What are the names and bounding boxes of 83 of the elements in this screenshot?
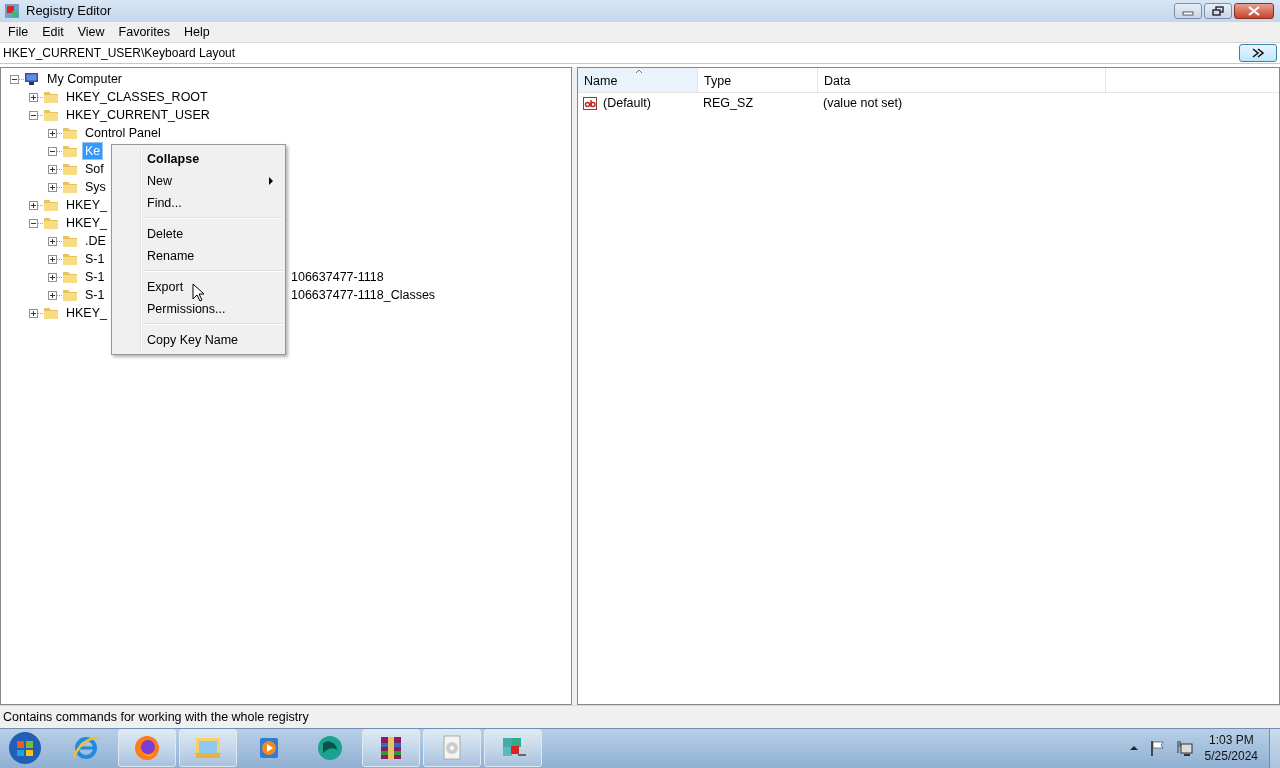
menu-item[interactable]: Edit xyxy=(35,24,71,39)
cursor-icon xyxy=(192,283,206,303)
folder-icon xyxy=(43,305,59,322)
tree-item[interactable]: Sof xyxy=(83,161,106,178)
tree-item[interactable]: Control Panel xyxy=(83,125,163,142)
address-field[interactable]: HKEY_CURRENT_USER\Keyboard Layout xyxy=(3,45,1239,60)
menu-item[interactable]: Find... xyxy=(114,192,283,215)
expand-icon[interactable] xyxy=(48,236,57,246)
window-title: Registry Editor xyxy=(26,3,113,19)
folder-icon xyxy=(62,233,78,250)
collapse-icon[interactable] xyxy=(29,110,38,120)
folder-icon xyxy=(62,143,78,160)
taskbar-button[interactable] xyxy=(362,729,420,768)
menu-item[interactable]: New xyxy=(114,170,283,193)
menu-item[interactable]: Collapse xyxy=(114,148,283,171)
tree-item[interactable]: HKEY_CLASSES_ROOT xyxy=(64,89,210,106)
expand-icon[interactable] xyxy=(48,290,57,300)
folder-icon xyxy=(62,125,78,142)
menu-item[interactable]: Export xyxy=(114,276,283,299)
tree-item[interactable]: HKEY_ xyxy=(64,197,109,214)
folder-icon xyxy=(43,89,59,106)
restore-icon xyxy=(1212,5,1224,16)
column-header[interactable]: Data xyxy=(818,68,1106,93)
tree-item[interactable]: HKEY_CURRENT_USER xyxy=(64,107,212,124)
taskbar-button[interactable] xyxy=(484,729,542,768)
expand-icon[interactable] xyxy=(48,164,57,174)
tree-item[interactable]: S-1 xyxy=(83,287,107,304)
folder-icon xyxy=(43,197,59,214)
collapse-icon[interactable] xyxy=(10,74,19,84)
folder-icon xyxy=(43,215,59,232)
table-cell-text: (Default) xyxy=(602,96,652,111)
menu-item[interactable]: File xyxy=(1,24,36,39)
tree-item[interactable]: HKEY_ xyxy=(64,305,109,322)
tree-item-text: 106637477-1118 xyxy=(291,270,384,285)
submenu-arrow-icon xyxy=(269,177,273,186)
tree-item[interactable]: .DE xyxy=(83,233,108,250)
folder-icon xyxy=(62,269,78,286)
clock[interactable]: 1:03 PM 5/25/2024 xyxy=(1204,732,1258,765)
show-hidden-icons-icon[interactable] xyxy=(1129,745,1138,752)
folder-icon xyxy=(62,161,78,178)
column-header[interactable]: Type xyxy=(698,68,818,93)
expand-icon[interactable] xyxy=(29,308,38,318)
tree-item-text: 106637477-1118_Classes xyxy=(291,288,436,303)
tree-item[interactable]: Sys xyxy=(83,179,108,196)
collapse-icon[interactable] xyxy=(48,146,57,156)
folder-icon xyxy=(43,107,59,124)
expand-icon[interactable] xyxy=(48,128,57,138)
tree-item[interactable]: S-1 xyxy=(83,269,107,286)
menu-item[interactable]: View xyxy=(70,24,112,39)
menu-item[interactable]: Permissions... xyxy=(114,298,283,321)
app-icon xyxy=(4,2,20,19)
restore-button[interactable] xyxy=(1204,2,1232,19)
column-header[interactable]: Name xyxy=(578,68,698,93)
table-cell-text: (value not set) xyxy=(822,96,904,111)
tree-item[interactable]: HKEY_ xyxy=(64,215,109,232)
folder-icon xyxy=(62,179,78,196)
expand-icon[interactable] xyxy=(29,200,38,210)
menu-item[interactable]: Favorites xyxy=(111,24,177,39)
tree-item[interactable]: My Computer xyxy=(45,71,125,88)
menu-item[interactable]: Copy Key Name xyxy=(114,329,283,352)
computer-icon xyxy=(24,71,40,88)
status-text: Contains commands for working with the whole registry xyxy=(3,710,309,725)
windows-logo-icon xyxy=(8,731,42,766)
collapse-icon[interactable] xyxy=(29,218,38,228)
close-icon xyxy=(1247,5,1261,16)
expand-icon[interactable] xyxy=(29,92,38,102)
menu-item[interactable]: Rename xyxy=(114,245,283,268)
taskbar-button[interactable] xyxy=(118,729,176,768)
menu-item[interactable]: Help xyxy=(177,24,217,39)
string-value-icon xyxy=(583,96,597,110)
folder-icon xyxy=(62,251,78,268)
chevrons-icon xyxy=(1251,47,1265,58)
expand-icon[interactable] xyxy=(48,272,57,282)
go-button[interactable] xyxy=(1239,43,1277,62)
folder-icon xyxy=(62,287,78,304)
expand-icon[interactable] xyxy=(48,254,57,264)
menu-item[interactable]: Delete xyxy=(114,223,283,246)
tree-item[interactable]: S-1 xyxy=(83,251,107,268)
table-cell-text: REG_SZ xyxy=(702,96,754,111)
close-button[interactable] xyxy=(1234,2,1274,19)
expand-icon[interactable] xyxy=(48,182,57,192)
network-icon[interactable] xyxy=(1175,740,1193,757)
flag-icon[interactable] xyxy=(1149,740,1164,757)
